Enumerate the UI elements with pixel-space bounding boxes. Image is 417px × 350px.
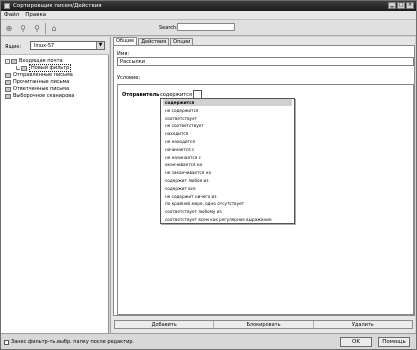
folder-icon <box>5 93 11 99</box>
dropdown-option[interactable]: не соответствует <box>165 122 204 129</box>
help-button[interactable]: Помощь <box>378 337 410 347</box>
tree-line-icon <box>16 66 20 70</box>
scan-after-edit-checkbox[interactable] <box>4 339 9 345</box>
tab-options[interactable]: Опции <box>170 38 194 45</box>
menu-bar: Файл Правка <box>1 11 416 20</box>
folder-pane: Ящик: linux-57 ▼ - Входящая почта Новый … <box>1 37 109 333</box>
dropdown-option[interactable]: находится <box>165 130 188 137</box>
folder-label: Ответченные письма <box>13 86 70 92</box>
folder-read[interactable]: Прочитанные письма <box>5 79 69 85</box>
folder-icon <box>5 79 11 85</box>
minimize-icon[interactable]: ▁ <box>388 2 396 9</box>
account-select[interactable]: linux-57 ▼ <box>30 41 105 50</box>
scan-after-edit-label: Занес.фильтр-ть.выбр. папку после редакт… <box>11 339 135 345</box>
dropdown-option[interactable]: по крайней мере, одно отсутствует <box>165 200 244 207</box>
folder-label: Отправленные письма <box>13 72 73 78</box>
dropdown-option[interactable]: содержит все <box>165 185 196 192</box>
folder-sent[interactable]: Отправленные письма <box>5 72 73 78</box>
filter-icon[interactable]: ⚲ <box>18 23 28 33</box>
dropdown-option[interactable]: соответствует всем как регулярное выраже… <box>165 216 272 223</box>
dropdown-option[interactable]: не содержит ничего из <box>165 193 216 200</box>
folder-label: Прочитанные письма <box>13 79 70 85</box>
delete-icon[interactable]: ⌂ <box>49 23 59 33</box>
chevron-down-icon[interactable]: ▼ <box>96 42 104 49</box>
folder-icon <box>11 58 17 64</box>
add-button[interactable]: Добавить <box>115 321 215 328</box>
ok-button[interactable]: OK <box>340 337 372 347</box>
dropdown-option[interactable]: содержит любое из <box>165 177 208 184</box>
search-label: Search: <box>159 25 178 31</box>
dropdown-option[interactable]: не находится <box>165 138 195 145</box>
scan-after-edit-option[interactable]: Занес.фильтр-ть.выбр. папку после редакт… <box>4 339 134 345</box>
condition-actions: Добавить Блокировать Удалить <box>114 320 413 329</box>
app-icon <box>4 3 10 9</box>
filter-manager-window: Сортировщик писем/Действия ▁ □ × Файл Пр… <box>0 0 417 350</box>
filter-editor: Общие Действия Опции Имя: Рассылки Услов… <box>110 37 415 333</box>
window-controls: ▁ □ × <box>388 2 414 9</box>
account-value: linux-57 <box>34 43 55 49</box>
folder-label: Новый фильтр <box>29 64 72 72</box>
collapse-icon[interactable]: - <box>5 58 10 64</box>
tab-general[interactable]: Общие <box>113 37 138 45</box>
toolbar: ⊕ ⚲ ⚲ ⌂ Search: <box>1 20 416 36</box>
dialog-footer: Занес.фильтр-ть.выбр. папку после редакт… <box>1 333 416 349</box>
name-input[interactable]: Рассылки <box>117 57 414 66</box>
folder-scan[interactable]: Выборочное сканирова <box>5 93 74 99</box>
dropdown-option[interactable]: оканчивается на <box>165 161 202 168</box>
general-tab-panel: Имя: Рассылки Условие: Отправитель содер… <box>113 45 415 316</box>
dropdown-option[interactable]: не начинается с <box>165 154 201 161</box>
window-title: Сортировщик писем/Действия <box>13 3 102 9</box>
menu-edit[interactable]: Правка <box>25 12 46 18</box>
block-button[interactable]: Блокировать <box>214 321 314 328</box>
operator-dropdown[interactable]: содержится не содержится соответствует н… <box>160 98 295 224</box>
folder-replied[interactable]: Ответченные письма <box>5 86 69 92</box>
folder-new-filter[interactable]: Новый фильтр <box>16 64 72 72</box>
filter-icon[interactable]: ⚲ <box>32 23 42 33</box>
name-value: Рассылки <box>120 59 145 65</box>
dropdown-option[interactable]: не содержится <box>165 107 198 114</box>
account-row: Ящик: linux-57 ▼ <box>1 37 109 55</box>
window-titlebar: Сортировщик писем/Действия ▁ □ × <box>1 1 416 11</box>
dropdown-option[interactable]: не заканчивается на <box>165 169 211 176</box>
menu-file[interactable]: Файл <box>4 12 19 18</box>
toolbar-separator <box>45 23 46 34</box>
filter-folder-icon <box>21 65 27 71</box>
condition-area: Отправитель содержится содержится не сод… <box>117 84 414 315</box>
dropdown-option[interactable]: содержится <box>163 99 292 106</box>
folder-label: Выборочное сканирова <box>13 93 75 99</box>
search-input[interactable] <box>177 23 235 31</box>
close-icon[interactable]: × <box>406 2 414 9</box>
dropdown-option[interactable]: соответствует <box>165 115 197 122</box>
dropdown-option[interactable]: начинается с <box>165 146 194 153</box>
account-label: Ящик: <box>5 44 22 50</box>
maximize-icon[interactable]: □ <box>397 2 405 9</box>
filter-tabs: Общие Действия Опции <box>113 37 194 45</box>
add-filter-icon[interactable]: ⊕ <box>4 23 14 33</box>
dropdown-option[interactable]: соответствует любому из <box>165 208 222 215</box>
folder-icon <box>5 72 11 78</box>
condition-label: Условие: <box>117 75 141 81</box>
condition-field[interactable]: Отправитель <box>122 92 159 98</box>
tab-actions[interactable]: Действия <box>138 38 170 45</box>
delete-button[interactable]: Удалить <box>314 321 412 328</box>
folder-icon <box>5 86 11 92</box>
